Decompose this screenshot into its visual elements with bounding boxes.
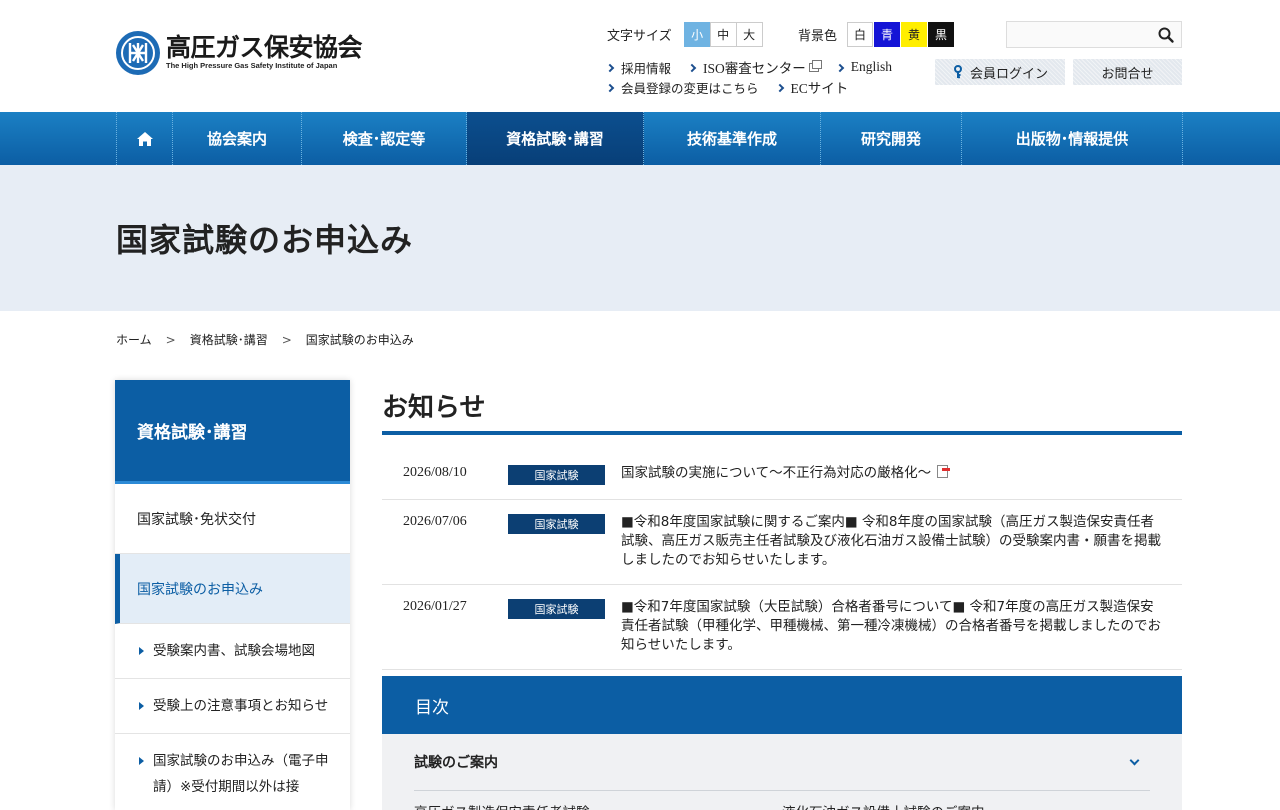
font-size-small-button[interactable]: 小 bbox=[683, 22, 711, 47]
page-title: 国家試験のお申込み bbox=[116, 221, 414, 259]
ec-site-link[interactable]: ECサイト bbox=[775, 77, 849, 97]
ec-site-link-label: ECサイト bbox=[790, 81, 849, 96]
member-change-link[interactable]: 会員登録の変更はこちら bbox=[605, 78, 759, 97]
breadcrumb-separator: > bbox=[281, 332, 292, 347]
iso-center-link[interactable]: ISO審査センター bbox=[687, 57, 822, 77]
table-of-contents: 目次 試験のご案内 高圧ガス製造保安責任者試験 液化石油ガス設備士試験のご案内 bbox=[382, 676, 1182, 810]
background-color-control: 背景色 白 青 黄 黒 bbox=[798, 22, 955, 47]
page-title-band: 国家試験のお申込み bbox=[0, 165, 1280, 311]
khk-logo-icon bbox=[116, 31, 160, 75]
chevron-right-icon bbox=[775, 83, 784, 92]
recruit-link[interactable]: 採用情報 bbox=[605, 58, 672, 77]
site-header: 高圧ガス保安協会 The High Pressure Gas Safety In… bbox=[0, 0, 1280, 112]
font-size-control: 文字サイズ 小 中 大 bbox=[607, 22, 763, 47]
notice-date: 2026/01/27 bbox=[403, 599, 467, 614]
english-link-label: English bbox=[850, 59, 893, 74]
nav-home[interactable] bbox=[117, 112, 173, 165]
triangle-right-icon bbox=[139, 757, 144, 765]
breadcrumb-qualification[interactable]: 資格試験･講習 bbox=[190, 331, 268, 348]
english-link[interactable]: English bbox=[835, 59, 893, 75]
chevron-right-icon bbox=[687, 63, 697, 72]
triangle-right-icon bbox=[139, 702, 144, 710]
home-icon bbox=[136, 131, 153, 146]
notice-row: 2026/08/10 国家試験 国家試験の実施について〜不正行為対応の厳格化〜 bbox=[382, 451, 1182, 500]
site-search bbox=[1006, 21, 1182, 48]
notice-row: 2026/01/27 国家試験 ■令和7年度国家試験（大臣試験）合格者番号につい… bbox=[382, 585, 1182, 670]
chevron-down-icon bbox=[1129, 755, 1140, 765]
pdf-icon bbox=[937, 465, 951, 478]
notice-row: 2026/07/06 国家試験 ■令和8年度国家試験に関するご案内■ 令和8年度… bbox=[382, 500, 1182, 585]
nav-item-publications[interactable]: 出版物･情報提供 bbox=[962, 112, 1183, 165]
background-color-label: 背景色 bbox=[798, 29, 838, 44]
member-login-button[interactable]: 会員ログイン bbox=[935, 59, 1065, 85]
recruit-link-label: 採用情報 bbox=[621, 60, 672, 76]
nav-item-inspection[interactable]: 検査･認定等 bbox=[302, 112, 467, 165]
sidebar-subitem-online-application[interactable]: 国家試験のお申込み（電子申請）※受付期間以外は接 bbox=[115, 734, 350, 810]
toc-item-lpg-equipment[interactable]: 液化石油ガス設備士試験のご案内 bbox=[782, 801, 1150, 810]
bg-blue-button[interactable]: 青 bbox=[874, 22, 901, 47]
bg-black-button[interactable]: 黒 bbox=[928, 22, 955, 47]
nav-item-about[interactable]: 協会案内 bbox=[173, 112, 302, 165]
notice-date: 2026/07/06 bbox=[403, 514, 467, 529]
sidebar-subitem-label: 受験上の注意事項とお知らせ bbox=[153, 698, 329, 714]
external-window-icon bbox=[808, 59, 822, 72]
sidebar-subitem-label: 受験案内書、試験会場地図 bbox=[153, 643, 315, 659]
chevron-right-icon bbox=[835, 63, 845, 72]
toc-section-toggle[interactable]: 試験のご案内 bbox=[414, 734, 1150, 791]
nav-item-research[interactable]: 研究開発 bbox=[821, 112, 962, 165]
triangle-right-icon bbox=[139, 647, 144, 655]
sidebar-item-national-exam[interactable]: 国家試験･免状交付 bbox=[115, 484, 350, 554]
toc-section-label: 試験のご案内 bbox=[414, 755, 498, 771]
sidebar: 資格試験･講習 国家試験･免状交付 国家試験のお申込み 受験案内書、試験会場地図… bbox=[115, 380, 350, 810]
nav-item-standards[interactable]: 技術基準作成 bbox=[644, 112, 821, 165]
logo-english-name: The High Pressure Gas Safety Institute o… bbox=[166, 61, 338, 70]
bg-white-button[interactable]: 白 bbox=[847, 22, 874, 47]
notice-list: 2026/08/10 国家試験 国家試験の実施について〜不正行為対応の厳格化〜 … bbox=[382, 451, 1182, 670]
font-size-medium-button[interactable]: 中 bbox=[709, 22, 737, 47]
notice-category-badge: 国家試験 bbox=[508, 514, 605, 534]
breadcrumb-separator: > bbox=[165, 332, 176, 347]
notice-link[interactable]: 国家試験の実施について〜不正行為対応の厳格化〜 bbox=[621, 464, 1182, 485]
logo-japanese-name: 高圧ガス保安協会 bbox=[166, 33, 363, 62]
sidebar-subitem-exam-guide[interactable]: 受験案内書、試験会場地図 bbox=[115, 624, 350, 679]
contact-button[interactable]: お問合せ bbox=[1073, 59, 1182, 85]
notices-heading: お知らせ bbox=[382, 380, 1182, 435]
breadcrumb: ホーム > 資格試験･講習 > 国家試験のお申込み bbox=[116, 331, 414, 348]
toc-item-production-manager[interactable]: 高圧ガス製造保安責任者試験 bbox=[414, 801, 782, 810]
sidebar-heading[interactable]: 資格試験･講習 bbox=[115, 380, 350, 484]
bg-yellow-button[interactable]: 黄 bbox=[901, 22, 928, 47]
main-content: お知らせ 2026/08/10 国家試験 国家試験の実施について〜不正行為対応の… bbox=[382, 380, 1182, 670]
notice-date: 2026/08/10 bbox=[403, 465, 467, 480]
nav-item-qualification[interactable]: 資格試験･講習 bbox=[467, 112, 644, 165]
notice-category-badge: 国家試験 bbox=[508, 465, 605, 485]
sidebar-subitem-label: 国家試験のお申込み（電子申請）※受付期間以外は接 bbox=[153, 753, 329, 795]
member-login-label: 会員ログイン bbox=[969, 66, 1048, 82]
font-size-label: 文字サイズ bbox=[607, 29, 672, 44]
member-change-link-label: 会員登録の変更はこちら bbox=[621, 80, 759, 96]
breadcrumb-home[interactable]: ホーム bbox=[116, 331, 152, 348]
global-nav: 協会案内 検査･認定等 資格試験･講習 技術基準作成 研究開発 出版物･情報提供 bbox=[0, 112, 1280, 165]
key-icon bbox=[953, 65, 962, 79]
notice-text: 国家試験の実施について〜不正行為対応の厳格化〜 bbox=[621, 465, 932, 481]
sidebar-item-exam-application[interactable]: 国家試験のお申込み bbox=[115, 554, 350, 624]
contact-label: お問合せ bbox=[1101, 66, 1154, 82]
utility-links: 採用情報 ISO審査センター English 会員登録の変更はこちら ECサイト bbox=[605, 57, 910, 97]
notice-link[interactable]: ■令和7年度国家試験（大臣試験）合格者番号について■ 令和7年度の高圧ガス製造保… bbox=[621, 598, 1182, 655]
font-size-large-button[interactable]: 大 bbox=[735, 22, 763, 47]
chevron-right-icon bbox=[605, 83, 615, 92]
chevron-right-icon bbox=[605, 63, 615, 72]
site-logo[interactable]: 高圧ガス保安協会 The High Pressure Gas Safety In… bbox=[116, 31, 363, 75]
search-icon[interactable] bbox=[1157, 26, 1175, 44]
notice-link[interactable]: ■令和8年度国家試験に関するご案内■ 令和8年度の国家試験（高圧ガス製造保安責任… bbox=[621, 513, 1182, 570]
search-input[interactable] bbox=[1007, 22, 1147, 47]
toc-items: 高圧ガス製造保安責任者試験 液化石油ガス設備士試験のご案内 bbox=[414, 801, 1150, 810]
breadcrumb-current: 国家試験のお申込み bbox=[305, 333, 414, 347]
notice-category-badge: 国家試験 bbox=[508, 599, 605, 619]
toc-heading: 目次 bbox=[382, 676, 1182, 734]
sidebar-subitem-exam-notes[interactable]: 受験上の注意事項とお知らせ bbox=[115, 679, 350, 734]
iso-center-link-label: ISO審査センター bbox=[703, 61, 806, 76]
